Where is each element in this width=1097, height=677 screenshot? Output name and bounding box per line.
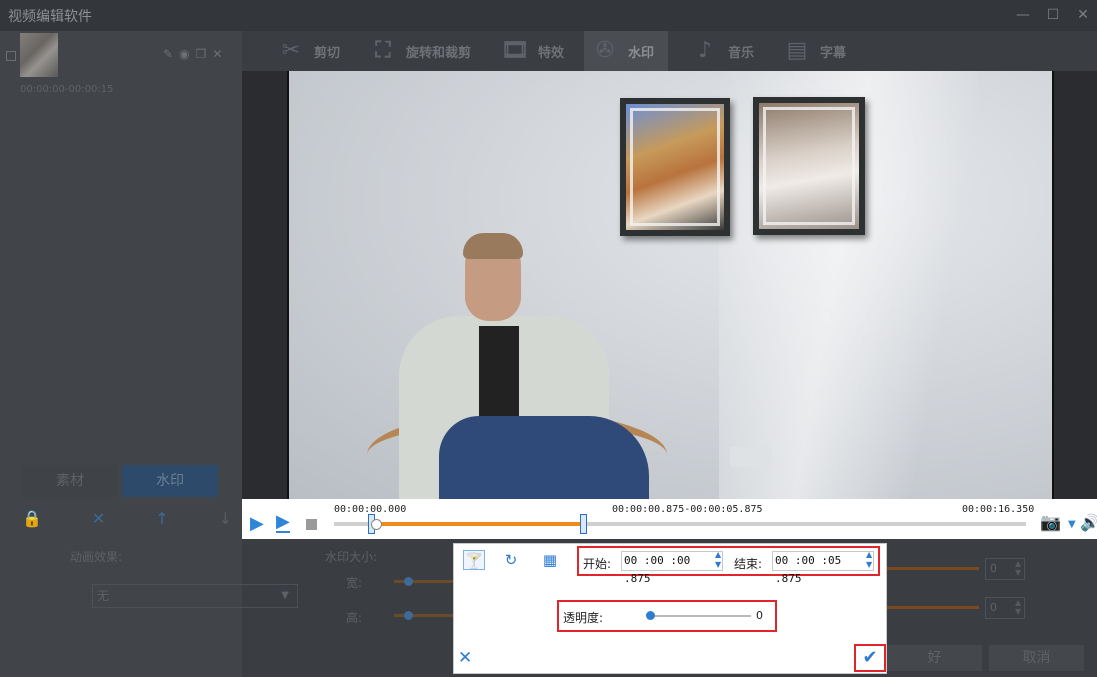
- camera-dropdown-icon[interactable]: ▼: [1068, 519, 1076, 530]
- width-label: 宽:: [346, 576, 363, 590]
- watermark-settings-popup: 🍸 ↻ ▦ 开始: 00 :00 :00 .875 ▲ ▼ 结束: 00 :00 …: [453, 543, 887, 674]
- crop-icon: ⛶: [375, 38, 391, 63]
- animation-effect-label: 动画效果:: [70, 550, 123, 564]
- height-slider-knob[interactable]: [404, 611, 413, 620]
- move-up-icon[interactable]: ↑: [155, 509, 168, 528]
- opacity-label: 透明度:: [563, 611, 604, 625]
- time-range-group: 开始: 00 :00 :00 .875 ▲ ▼ 结束: 00 :00 :05 .8…: [577, 546, 880, 585]
- fit-icon[interactable]: ▦: [539, 550, 561, 570]
- wall-outlet: [730, 447, 772, 467]
- width-slider-knob[interactable]: [404, 577, 413, 586]
- animation-effect-value: 无: [97, 589, 110, 603]
- selection-end-handle[interactable]: [580, 514, 588, 534]
- tab-material[interactable]: 素材: [22, 465, 118, 497]
- position-x-row: 0 ▲ ▼: [887, 558, 1097, 580]
- stop-icon[interactable]: [306, 519, 317, 530]
- opacity-group: 透明度: 0: [557, 600, 777, 632]
- eye-icon[interactable]: ◉: [179, 47, 189, 61]
- timeline-end-time: 00:00:16.350: [962, 504, 1035, 515]
- left-panel: ✎ ◉ ❐ ✕ 00:00:00-00:00:15 素材 水印 🔒 ✕ ↑ ↓: [0, 31, 242, 677]
- maximize-button[interactable]: ☐: [1045, 6, 1061, 24]
- clip-checkbox[interactable]: [6, 51, 16, 61]
- opacity-value: 0: [756, 609, 763, 622]
- opacity-slider-knob[interactable]: [646, 611, 655, 620]
- position-y-row: 0 ▲ ▼: [887, 597, 1097, 619]
- play-selection-icon[interactable]: ▶: [276, 513, 290, 533]
- person-legs: [439, 416, 649, 499]
- position-y-slider[interactable]: [887, 606, 979, 609]
- picture-frame-dog: [620, 98, 730, 236]
- tab-music[interactable]: ♪ 音乐: [690, 31, 754, 71]
- tab-watermark[interactable]: 水印: [122, 465, 218, 497]
- camera-icon[interactable]: 📷: [1040, 513, 1061, 533]
- person-shirt: [479, 326, 519, 421]
- clip-tools: ✎ ◉ ❐ ✕: [163, 47, 222, 61]
- window-controls: — ☐ ✕: [1015, 6, 1091, 24]
- popup-confirm-button[interactable]: ✔: [854, 644, 886, 672]
- subtitle-icon: ▤: [786, 38, 808, 63]
- move-down-icon[interactable]: ↓: [219, 509, 232, 528]
- start-time-spinner[interactable]: ▲ ▼: [715, 550, 721, 570]
- width-slider[interactable]: [394, 580, 454, 583]
- chevron-down-icon: ▼: [281, 590, 289, 601]
- tab-effects[interactable]: 🎞 特效: [500, 31, 564, 71]
- end-label: 结束:: [734, 557, 763, 571]
- start-time-field[interactable]: 00 :00 :00 .875: [621, 551, 723, 585]
- clip-time-range: 00:00:00-00:00:15: [20, 84, 114, 95]
- clip-thumbnail[interactable]: [20, 33, 58, 77]
- video-preview[interactable]: [287, 71, 1054, 499]
- position-x-slider[interactable]: [887, 567, 979, 570]
- minimize-button[interactable]: —: [1015, 6, 1031, 24]
- watermark-size-label: 水印大小:: [325, 550, 378, 564]
- popup-close-icon[interactable]: ✕: [458, 648, 472, 668]
- position-x-spinner[interactable]: ▲ ▼: [1015, 559, 1021, 577]
- delete-icon[interactable]: ✕: [212, 47, 222, 61]
- app-title: 视频编辑软件: [8, 8, 92, 25]
- remove-icon[interactable]: ✕: [92, 509, 105, 528]
- volume-icon[interactable]: 🔊: [1080, 513, 1097, 532]
- height-slider[interactable]: [394, 614, 454, 617]
- effects-icon: 🎞: [501, 38, 529, 63]
- height-label: 高:: [346, 611, 363, 625]
- cancel-button[interactable]: 取消: [989, 645, 1084, 671]
- timeline-selection-fill: [370, 522, 584, 526]
- watermark-list-tools: 🔒 ✕ ↑ ↓: [22, 509, 232, 528]
- end-time-spinner[interactable]: ▲ ▼: [866, 550, 872, 570]
- title-bar: 视频编辑软件 — ☐ ✕: [0, 0, 1097, 31]
- playhead-knob[interactable]: [370, 519, 382, 530]
- scissors-icon: ✂: [281, 38, 301, 63]
- tab-watermark-feature[interactable]: ✇ 水印: [584, 31, 669, 71]
- checkmark-icon: ✔: [862, 647, 878, 668]
- rotate-icon[interactable]: ↻: [500, 550, 522, 570]
- picture-frame-cats: [753, 97, 865, 235]
- tab-cut[interactable]: ✂ 剪切: [276, 31, 340, 71]
- feature-toolbar: ✂ 剪切 ⛶ 旋转和裁剪 🎞 特效 ✇ 水印 ♪ 音乐 ▤ 字幕: [242, 31, 1097, 71]
- person-hair: [463, 233, 523, 259]
- tab-rotate-crop[interactable]: ⛶ 旋转和裁剪: [368, 31, 471, 71]
- music-note-icon: ♪: [697, 38, 713, 63]
- edit-icon[interactable]: ✎: [163, 47, 173, 61]
- timeline-track[interactable]: [334, 522, 1026, 526]
- opacity-slider[interactable]: [649, 615, 751, 617]
- timeline-selection-range: 00:00:00.875-00:00:05.875: [612, 504, 763, 515]
- end-time-field[interactable]: 00 :00 :05 .875: [772, 551, 874, 585]
- play-icon[interactable]: ▶: [250, 513, 264, 534]
- left-panel-tabs: 素材 水印: [22, 465, 218, 497]
- ok-button[interactable]: 好: [887, 645, 982, 671]
- copy-icon[interactable]: ❐: [196, 47, 207, 61]
- lock-icon[interactable]: 🔒: [22, 509, 42, 528]
- start-label: 开始:: [583, 557, 612, 571]
- position-y-spinner[interactable]: ▲ ▼: [1015, 598, 1021, 616]
- close-button[interactable]: ✕: [1075, 6, 1091, 24]
- watermark-style-icon[interactable]: 🍸: [463, 550, 485, 570]
- animation-effect-select[interactable]: 无 ▼: [92, 584, 298, 608]
- watermark-icon: ✇: [595, 38, 615, 63]
- timeline-bar: ▶ ▶ 00:00:00.000 00:00:00.875-00:00:05.8…: [242, 499, 1097, 539]
- tab-subtitle[interactable]: ▤ 字幕: [782, 31, 846, 71]
